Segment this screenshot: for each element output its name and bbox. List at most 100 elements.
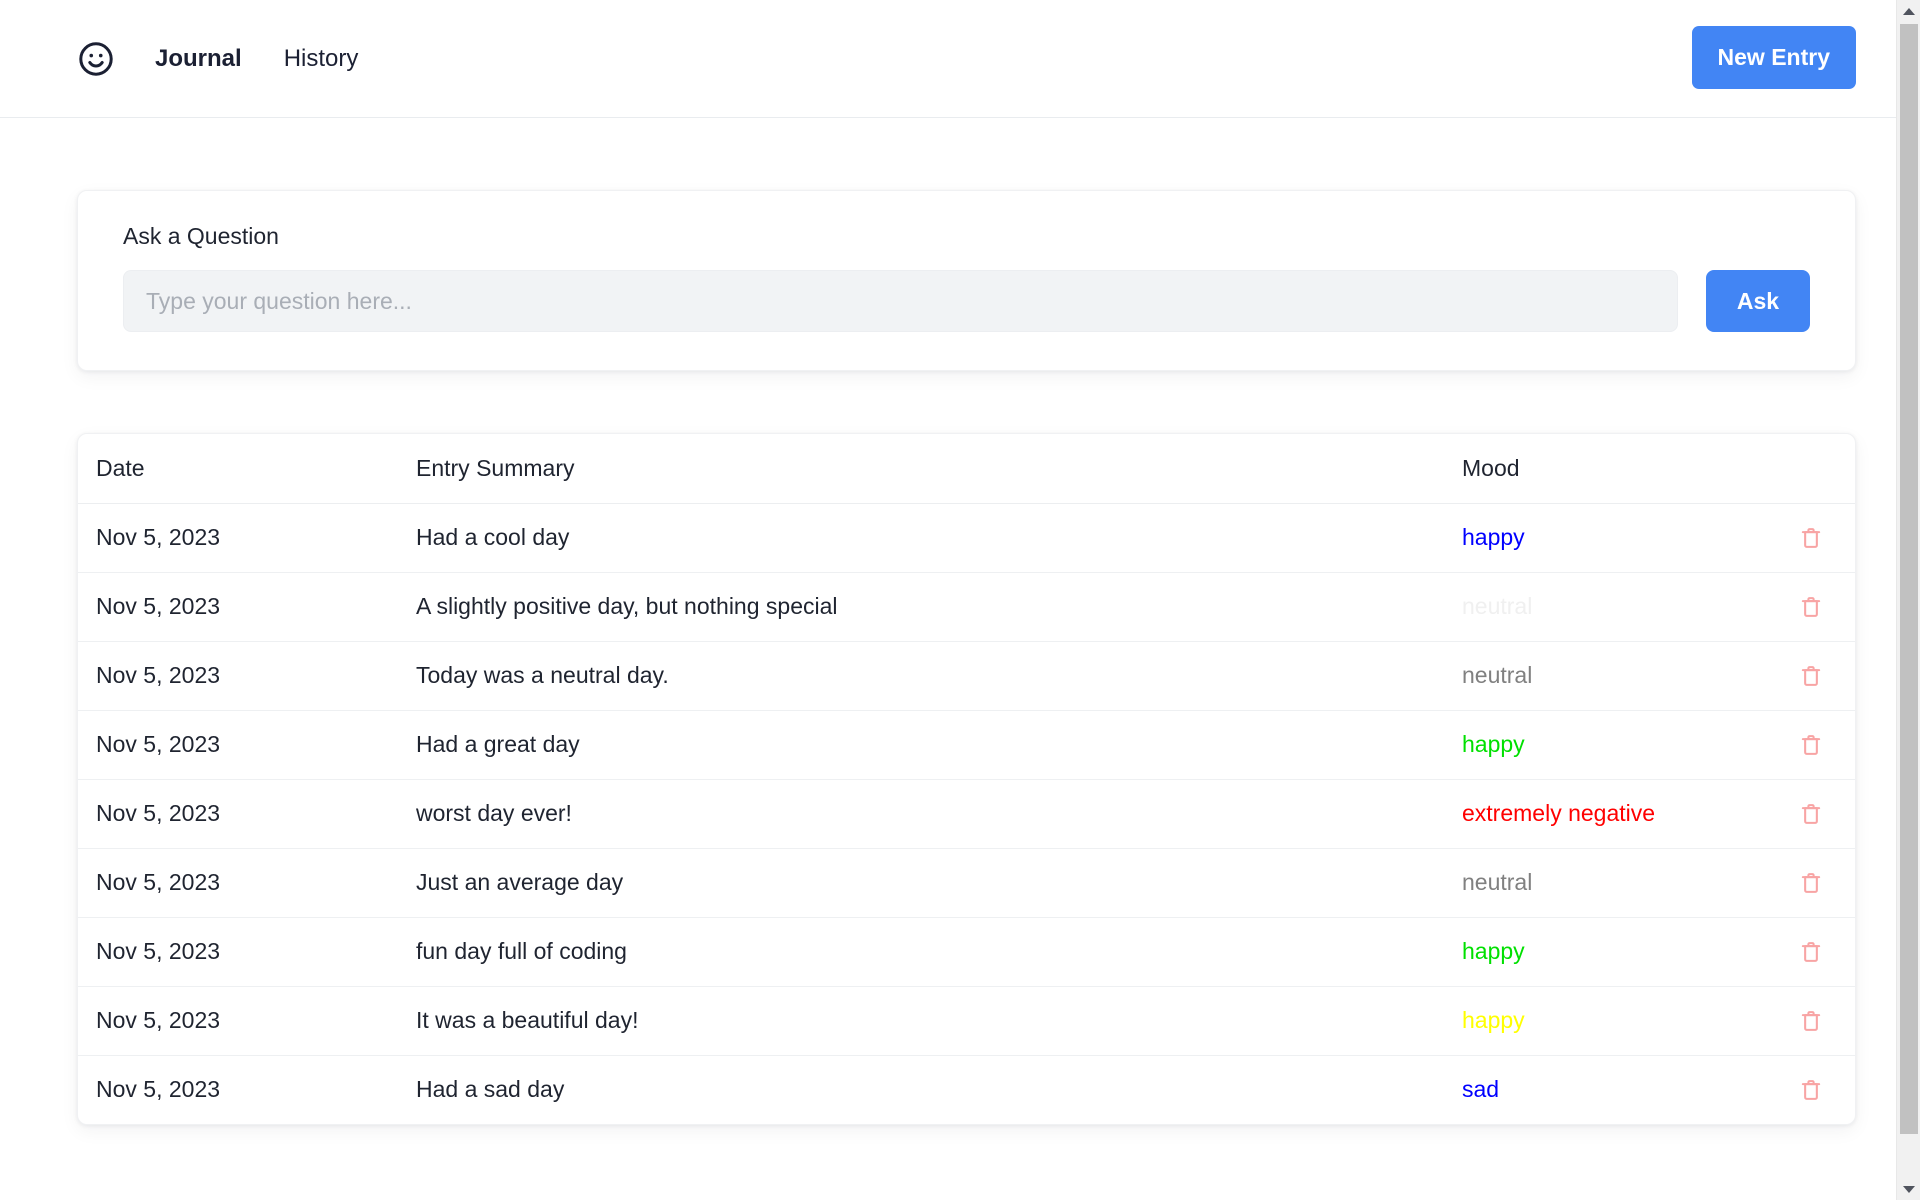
delete-entry-button[interactable] xyxy=(1792,657,1830,695)
table-row: Nov 5, 2023Had a sad day sad xyxy=(78,1055,1856,1124)
nav-item-journal[interactable]: Journal xyxy=(149,43,248,75)
table-row: Nov 5, 2023Had a cool day happy xyxy=(78,503,1856,572)
cell-actions xyxy=(1774,848,1856,917)
cell-actions xyxy=(1774,986,1856,1055)
cell-mood: neutral xyxy=(1444,848,1774,917)
main-content: Ask a Question Ask Date Entry xyxy=(0,190,1896,1125)
scrollbar-thumb[interactable] xyxy=(1900,24,1918,1134)
smiley-face-icon xyxy=(77,40,115,78)
cell-entry-summary: Had a cool day xyxy=(398,503,1444,572)
mood-label: neutral xyxy=(1462,662,1532,688)
delete-entry-button[interactable] xyxy=(1792,933,1830,971)
mood-label: happy xyxy=(1462,731,1525,757)
table-row: Nov 5, 2023A slightly positive day, but … xyxy=(78,572,1856,641)
chevron-up-icon xyxy=(1903,8,1915,15)
cell-entry-summary: worst day ever! xyxy=(398,779,1444,848)
column-header-mood: Mood xyxy=(1444,434,1774,503)
trash-icon xyxy=(1798,870,1824,896)
table-header-row: Date Entry Summary Mood xyxy=(78,434,1856,503)
cell-date: Nov 5, 2023 xyxy=(78,641,398,710)
trash-icon xyxy=(1798,939,1824,965)
column-header-actions xyxy=(1774,434,1856,503)
cell-actions xyxy=(1774,572,1856,641)
delete-entry-button[interactable] xyxy=(1792,1071,1830,1109)
cell-actions xyxy=(1774,641,1856,710)
cell-date: Nov 5, 2023 xyxy=(78,848,398,917)
table-row: Nov 5, 2023worst day ever! extremely nega… xyxy=(78,779,1856,848)
cell-date: Nov 5, 2023 xyxy=(78,779,398,848)
mood-label: happy xyxy=(1462,1007,1525,1033)
cell-entry-summary: A slightly positive day, but nothing spe… xyxy=(398,572,1444,641)
cell-actions xyxy=(1774,710,1856,779)
column-header-summary: Entry Summary xyxy=(398,434,1444,503)
journal-entries-table: Date Entry Summary Mood Nov 5, 2023Had a… xyxy=(78,434,1856,1124)
cell-actions xyxy=(1774,917,1856,986)
cell-entry-summary: Had a sad day xyxy=(398,1055,1444,1124)
chevron-down-icon xyxy=(1903,1186,1915,1193)
table-row: Nov 5, 2023Today was a neutral day. neutr… xyxy=(78,641,1856,710)
table-row: Nov 5, 2023Had a great day happy xyxy=(78,710,1856,779)
journal-entries-card: Date Entry Summary Mood Nov 5, 2023Had a… xyxy=(77,433,1856,1125)
cell-date: Nov 5, 2023 xyxy=(78,503,398,572)
cell-date: Nov 5, 2023 xyxy=(78,917,398,986)
cell-mood: neutral xyxy=(1444,572,1774,641)
cell-date: Nov 5, 2023 xyxy=(78,572,398,641)
table-row: Nov 5, 2023fun day full of coding happy xyxy=(78,917,1856,986)
nav-item-history[interactable]: History xyxy=(278,43,365,75)
delete-entry-button[interactable] xyxy=(1792,519,1830,557)
delete-entry-button[interactable] xyxy=(1792,795,1830,833)
mood-label: happy xyxy=(1462,938,1525,964)
table-row: Nov 5, 2023It was a beautiful day! happy xyxy=(78,986,1856,1055)
trash-icon xyxy=(1798,663,1824,689)
brand-logo[interactable] xyxy=(77,40,115,78)
table-body: Nov 5, 2023Had a cool dayhappyNov 5, 202… xyxy=(78,503,1856,1124)
cell-mood: happy xyxy=(1444,503,1774,572)
cell-actions xyxy=(1774,503,1856,572)
mood-label: extremely negative xyxy=(1462,800,1655,826)
ask-question-card: Ask a Question Ask xyxy=(77,190,1856,371)
cell-entry-summary: Just an average day xyxy=(398,848,1444,917)
cell-date: Nov 5, 2023 xyxy=(78,986,398,1055)
new-entry-button[interactable]: New Entry xyxy=(1692,26,1856,89)
delete-entry-button[interactable] xyxy=(1792,588,1830,626)
trash-icon xyxy=(1798,732,1824,758)
app-header: Journal History New Entry xyxy=(0,0,1896,118)
trash-icon xyxy=(1798,1008,1824,1034)
delete-entry-button[interactable] xyxy=(1792,1002,1830,1040)
cell-actions xyxy=(1774,1055,1856,1124)
cell-entry-summary: fun day full of coding xyxy=(398,917,1444,986)
trash-icon xyxy=(1798,1077,1824,1103)
ask-question-input[interactable] xyxy=(123,270,1678,332)
cell-mood: happy xyxy=(1444,917,1774,986)
cell-entry-summary: It was a beautiful day! xyxy=(398,986,1444,1055)
mood-label: happy xyxy=(1462,524,1525,550)
cell-mood: happy xyxy=(1444,986,1774,1055)
trash-icon xyxy=(1798,594,1824,620)
cell-mood: happy xyxy=(1444,710,1774,779)
trash-icon xyxy=(1798,525,1824,551)
mood-label: neutral xyxy=(1462,593,1532,619)
cell-mood: sad xyxy=(1444,1055,1774,1124)
trash-icon xyxy=(1798,801,1824,827)
main-nav: Journal History xyxy=(149,43,364,75)
delete-entry-button[interactable] xyxy=(1792,864,1830,902)
cell-entry-summary: Today was a neutral day. xyxy=(398,641,1444,710)
ask-question-label: Ask a Question xyxy=(123,225,1810,248)
ask-submit-button[interactable]: Ask xyxy=(1706,270,1810,332)
cell-actions xyxy=(1774,779,1856,848)
scroll-up-button[interactable] xyxy=(1897,0,1920,22)
delete-entry-button[interactable] xyxy=(1792,726,1830,764)
cell-date: Nov 5, 2023 xyxy=(78,1055,398,1124)
page-scroll-area: Journal History New Entry Ask a Question… xyxy=(0,0,1896,1200)
app-window: Journal History New Entry Ask a Question… xyxy=(0,0,1920,1200)
table-row: Nov 5, 2023Just an average day neutral xyxy=(78,848,1856,917)
table-header: Date Entry Summary Mood xyxy=(78,434,1856,503)
scroll-down-button[interactable] xyxy=(1897,1178,1920,1200)
cell-mood: extremely negative xyxy=(1444,779,1774,848)
mood-label: sad xyxy=(1462,1076,1499,1102)
vertical-scrollbar[interactable] xyxy=(1896,0,1920,1200)
cell-date: Nov 5, 2023 xyxy=(78,710,398,779)
cell-entry-summary: Had a great day xyxy=(398,710,1444,779)
mood-label: neutral xyxy=(1462,869,1532,895)
column-header-date: Date xyxy=(78,434,398,503)
